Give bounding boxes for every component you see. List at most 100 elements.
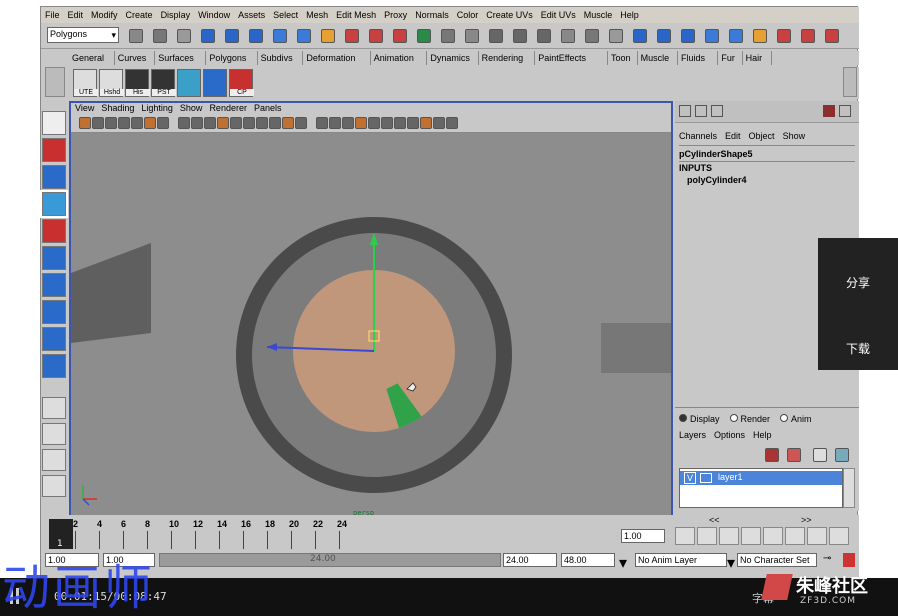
toolbar-icon[interactable] xyxy=(273,29,287,43)
download-button[interactable]: 下载 xyxy=(818,340,898,357)
viewport-toolbar-icon[interactable] xyxy=(381,117,393,129)
toolbar-icon[interactable] xyxy=(225,29,239,43)
menu-edit[interactable]: Edit xyxy=(68,10,84,20)
current-time-field[interactable]: 1.00 xyxy=(621,529,665,543)
shelf-tab-fur[interactable]: Fur xyxy=(718,51,743,65)
menuset-select[interactable]: Polygons ▾ xyxy=(47,27,119,43)
menu-window[interactable]: Window xyxy=(198,10,230,20)
viewport-toolbar-icon[interactable] xyxy=(79,117,91,129)
tool-icon[interactable] xyxy=(823,105,835,117)
viewport-menu-view[interactable]: View xyxy=(75,103,94,115)
chevron-down-icon[interactable]: ▾ xyxy=(619,553,633,572)
toolbar-icon[interactable] xyxy=(177,29,191,43)
prev-key-icon[interactable] xyxy=(719,527,739,545)
layer-option-icon[interactable] xyxy=(813,448,827,462)
channel-menu-object[interactable]: Object xyxy=(749,131,775,141)
shelf-scroll[interactable] xyxy=(843,67,857,97)
menu-color[interactable]: Color xyxy=(457,10,479,20)
tool-button[interactable] xyxy=(42,219,66,243)
step-forward-icon[interactable] xyxy=(807,527,827,545)
tool-button[interactable] xyxy=(42,246,66,270)
toolbar-icon[interactable] xyxy=(753,29,767,43)
toolbar-icon[interactable] xyxy=(297,29,311,43)
shelf-menu-button[interactable] xyxy=(45,67,65,97)
shelf-tab-toon[interactable]: Toon xyxy=(608,51,638,65)
shelf-tab-rendering[interactable]: Rendering xyxy=(479,51,536,65)
viewport-menu-shading[interactable]: Shading xyxy=(101,103,134,115)
viewport-toolbar-icon[interactable] xyxy=(269,117,281,129)
tool-button[interactable] xyxy=(42,111,66,135)
viewport-toolbar-icon[interactable] xyxy=(433,117,445,129)
layer-mode-display[interactable]: Display xyxy=(679,414,720,424)
menu-normals[interactable]: Normals xyxy=(415,10,449,20)
skip-end-icon[interactable] xyxy=(829,527,849,545)
toolbar-icon[interactable] xyxy=(825,29,839,43)
viewport-toolbar-icon[interactable] xyxy=(191,117,203,129)
viewport-toolbar-icon[interactable] xyxy=(407,117,419,129)
layout-icon[interactable] xyxy=(679,105,691,117)
shelf-button[interactable]: His xyxy=(125,69,150,97)
viewport-toolbar-icon[interactable] xyxy=(420,117,432,129)
toolbar-icon[interactable] xyxy=(633,29,647,43)
shelf-tab-dynamics[interactable]: Dynamics xyxy=(427,51,479,65)
close-icon[interactable] xyxy=(839,105,851,117)
menu-edit-uvs[interactable]: Edit UVs xyxy=(541,10,576,20)
tool-button[interactable] xyxy=(42,138,66,162)
character-set-select[interactable]: No Character Set xyxy=(737,553,817,567)
layout-button[interactable] xyxy=(42,423,66,445)
menu-file[interactable]: File xyxy=(45,10,60,20)
toolbar-icon[interactable] xyxy=(369,29,383,43)
toolbar-icon[interactable] xyxy=(561,29,575,43)
end-time-field[interactable]: 48.00 xyxy=(561,553,615,567)
viewport-toolbar-icon[interactable] xyxy=(329,117,341,129)
menu-create[interactable]: Create xyxy=(126,10,153,20)
toolbar-icon[interactable] xyxy=(393,29,407,43)
menu-mesh[interactable]: Mesh xyxy=(306,10,328,20)
anim-layer-select[interactable]: No Anim Layer xyxy=(635,553,727,567)
menu-select[interactable]: Select xyxy=(273,10,298,20)
viewport-menu-show[interactable]: Show xyxy=(180,103,203,115)
play-icon[interactable] xyxy=(763,527,783,545)
viewport-toolbar-icon[interactable] xyxy=(316,117,328,129)
shelf-tab-hair[interactable]: Hair xyxy=(743,51,773,65)
viewport-panel[interactable]: View Shading Lighting Show Renderer Panels xyxy=(69,101,673,525)
toolbar-icon[interactable] xyxy=(417,29,431,43)
toolbar-icon[interactable] xyxy=(489,29,503,43)
layout-button[interactable] xyxy=(42,397,66,419)
toolbar-icon[interactable] xyxy=(801,29,815,43)
viewport-toolbar-icon[interactable] xyxy=(92,117,104,129)
layer-menu-options[interactable]: Options xyxy=(714,430,745,440)
viewport-menu-renderer[interactable]: Renderer xyxy=(209,103,247,115)
step-back-icon[interactable] xyxy=(697,527,717,545)
viewport-toolbar-icon[interactable] xyxy=(355,117,367,129)
radio-icon[interactable] xyxy=(729,414,738,422)
toolbar-icon[interactable] xyxy=(657,29,671,43)
shelf-tab-polygons[interactable]: Polygons xyxy=(206,51,258,65)
shelf-tab-deformation[interactable]: Deformation xyxy=(303,51,371,65)
toolbar-icon[interactable] xyxy=(201,29,215,43)
radio-icon[interactable] xyxy=(780,414,789,422)
shelf-tab-subdivs[interactable]: Subdivs xyxy=(258,51,304,65)
toolbar-icon[interactable] xyxy=(441,29,455,43)
shelf-tab-curves[interactable]: Curves xyxy=(115,51,156,65)
viewport-toolbar-icon[interactable] xyxy=(178,117,190,129)
layout-button[interactable] xyxy=(42,475,66,497)
viewport-toolbar-icon[interactable] xyxy=(118,117,130,129)
toolbar-icon[interactable] xyxy=(513,29,527,43)
shelf-button[interactable]: PST xyxy=(151,69,176,97)
toolbar-icon[interactable] xyxy=(729,29,743,43)
radio-icon[interactable] xyxy=(679,414,687,422)
layer-menu-layers[interactable]: Layers xyxy=(679,430,706,440)
toolbar-icon[interactable] xyxy=(321,29,335,43)
viewport-toolbar-icon[interactable] xyxy=(342,117,354,129)
menu-assets[interactable]: Assets xyxy=(238,10,265,20)
playback-end-field[interactable]: 24.00 xyxy=(503,553,557,567)
shelf-tab-fluids[interactable]: Fluids xyxy=(678,51,719,65)
toolbar-icon[interactable] xyxy=(465,29,479,43)
menu-create-uvs[interactable]: Create UVs xyxy=(486,10,533,20)
shelf-button[interactable]: CP xyxy=(229,69,254,97)
menu-edit-mesh[interactable]: Edit Mesh xyxy=(336,10,376,20)
viewport-menu-lighting[interactable]: Lighting xyxy=(141,103,173,115)
viewport-toolbar-icon[interactable] xyxy=(144,117,156,129)
shelf-button[interactable] xyxy=(203,69,227,97)
